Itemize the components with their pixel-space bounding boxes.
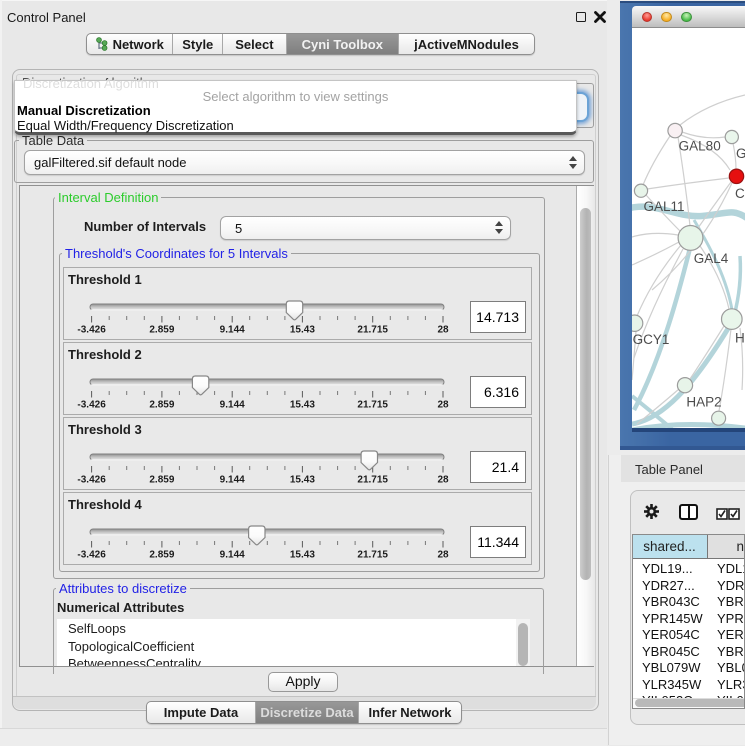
svg-text:H: H: [735, 330, 745, 345]
svg-text:GCY1: GCY1: [633, 332, 670, 347]
svg-text:C: C: [735, 186, 745, 201]
svg-text:GAL4: GAL4: [694, 251, 729, 266]
svg-text:GAL80: GAL80: [679, 138, 721, 153]
svg-text:GA: GA: [736, 146, 745, 161]
svg-text:GAL11: GAL11: [643, 199, 684, 214]
svg-text:HAP2: HAP2: [686, 394, 721, 409]
